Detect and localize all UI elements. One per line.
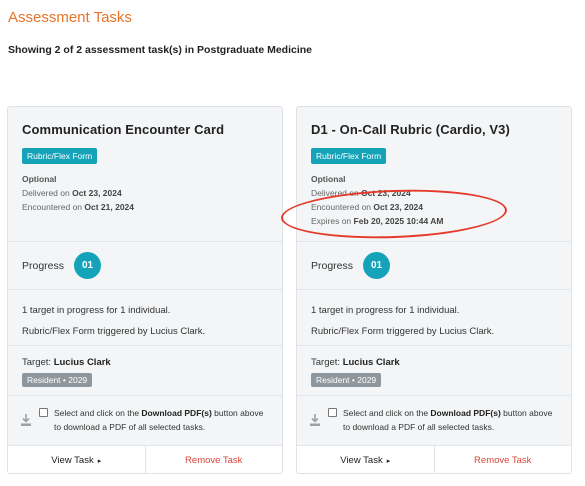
view-task-button[interactable]: View Task ▸ bbox=[297, 446, 435, 473]
remove-task-button[interactable]: Remove Task bbox=[146, 446, 283, 473]
trigger-text: Rubric/Flex Form triggered by Lucius Cla… bbox=[311, 326, 495, 337]
download-text-pre: Select and click on the bbox=[54, 408, 142, 418]
card-actions: View Task ▸ Remove Task bbox=[8, 445, 283, 473]
progress-label: Progress bbox=[22, 259, 65, 272]
progress-row: Progress 01 bbox=[297, 241, 571, 289]
card-header: Communication Encounter Card Rubric/Flex… bbox=[8, 107, 282, 241]
form-type-badge: Rubric/Flex Form bbox=[311, 148, 387, 164]
card-actions: View Task ▸ Remove Task bbox=[297, 445, 572, 473]
target-line: Target: Lucius Clark bbox=[22, 357, 268, 368]
download-text-bold: Download PDF(s) bbox=[141, 408, 212, 418]
target-name: Lucius Clark bbox=[342, 357, 400, 368]
delivered-line: Delivered on Oct 23, 2024 bbox=[22, 186, 268, 200]
card-header: D1 - On-Call Rubric (Cardio, V3) Rubric/… bbox=[297, 107, 571, 241]
download-section: Select and click on the Download PDF(s) … bbox=[8, 395, 282, 445]
task-description: 1 target in progress for 1 individual. R… bbox=[297, 289, 571, 345]
card-meta: Optional Delivered on Oct 23, 2024 Encou… bbox=[22, 172, 268, 214]
download-text-bold: Download PDF(s) bbox=[430, 408, 501, 418]
encountered-prefix: Encountered on bbox=[311, 202, 374, 212]
optional-label: Optional bbox=[311, 174, 346, 184]
view-task-label: View Task bbox=[51, 455, 94, 466]
progress-count: 01 bbox=[363, 252, 391, 279]
download-instructions: Select and click on the Download PDF(s) … bbox=[343, 406, 557, 434]
view-task-label: View Task bbox=[340, 455, 383, 466]
caret-right-icon: ▸ bbox=[97, 457, 102, 465]
form-type-badge: Rubric/Flex Form bbox=[22, 148, 98, 164]
remove-task-label: Remove Task bbox=[474, 455, 532, 466]
resident-year-badge: Resident • 2029 bbox=[22, 373, 93, 387]
page-title: Assessment Tasks bbox=[8, 9, 132, 26]
target-prefix: Target: bbox=[22, 357, 54, 368]
target-section: Target: Lucius Clark Resident • 2029 bbox=[8, 345, 282, 395]
encountered-date: Oct 21, 2024 bbox=[84, 202, 135, 212]
delivered-prefix: Delivered on bbox=[311, 188, 362, 198]
target-name: Lucius Clark bbox=[53, 357, 111, 368]
select-task-checkbox[interactable] bbox=[328, 408, 337, 417]
delivered-date: Oct 23, 2024 bbox=[72, 188, 122, 198]
encountered-prefix: Encountered on bbox=[22, 202, 85, 212]
target-prefix: Target: bbox=[311, 357, 343, 368]
optional-label: Optional bbox=[22, 174, 57, 184]
delivered-date: Oct 23, 2024 bbox=[361, 188, 411, 198]
assessment-card: Communication Encounter Card Rubric/Flex… bbox=[7, 106, 283, 474]
caret-right-icon: ▸ bbox=[386, 457, 391, 465]
remove-task-button[interactable]: Remove Task bbox=[435, 446, 572, 473]
targets-text: 1 target in progress for 1 individual. bbox=[311, 305, 460, 316]
progress-row: Progress 01 bbox=[8, 241, 282, 289]
target-line: Target: Lucius Clark bbox=[311, 357, 557, 368]
download-icon bbox=[310, 414, 320, 426]
card-title: Communication Encounter Card bbox=[22, 122, 225, 137]
card-meta: Optional Delivered on Oct 23, 2024 Encou… bbox=[311, 172, 557, 228]
download-text-pre: Select and click on the bbox=[343, 408, 431, 418]
remove-task-label: Remove Task bbox=[185, 455, 243, 466]
expires-line: Expires on Feb 20, 2025 10:44 AM bbox=[311, 214, 557, 228]
encountered-line: Encountered on Oct 23, 2024 bbox=[311, 200, 557, 214]
task-summary: Showing 2 of 2 assessment task(s) in Pos… bbox=[8, 44, 312, 56]
view-task-button[interactable]: View Task ▸ bbox=[8, 446, 146, 473]
target-section: Target: Lucius Clark Resident • 2029 bbox=[297, 345, 571, 395]
encountered-date: Oct 23, 2024 bbox=[373, 202, 424, 212]
assessment-card: D1 - On-Call Rubric (Cardio, V3) Rubric/… bbox=[296, 106, 572, 474]
expires-date: Feb 20, 2025 10:44 AM bbox=[353, 216, 444, 226]
progress-label: Progress bbox=[311, 259, 354, 272]
task-description: 1 target in progress for 1 individual. R… bbox=[8, 289, 282, 345]
encountered-line: Encountered on Oct 21, 2024 bbox=[22, 200, 268, 214]
delivered-line: Delivered on Oct 23, 2024 bbox=[311, 186, 557, 200]
download-section: Select and click on the Download PDF(s) … bbox=[297, 395, 571, 445]
download-instructions: Select and click on the Download PDF(s) … bbox=[54, 406, 268, 434]
download-icon bbox=[21, 414, 31, 426]
delivered-prefix: Delivered on bbox=[22, 188, 73, 198]
expires-prefix: Expires on bbox=[311, 216, 354, 226]
progress-count: 01 bbox=[74, 252, 102, 279]
resident-year-badge: Resident • 2029 bbox=[311, 373, 382, 387]
targets-text: 1 target in progress for 1 individual. bbox=[22, 305, 171, 316]
card-title: D1 - On-Call Rubric (Cardio, V3) bbox=[311, 122, 510, 137]
trigger-text: Rubric/Flex Form triggered by Lucius Cla… bbox=[22, 326, 206, 337]
select-task-checkbox[interactable] bbox=[39, 408, 48, 417]
